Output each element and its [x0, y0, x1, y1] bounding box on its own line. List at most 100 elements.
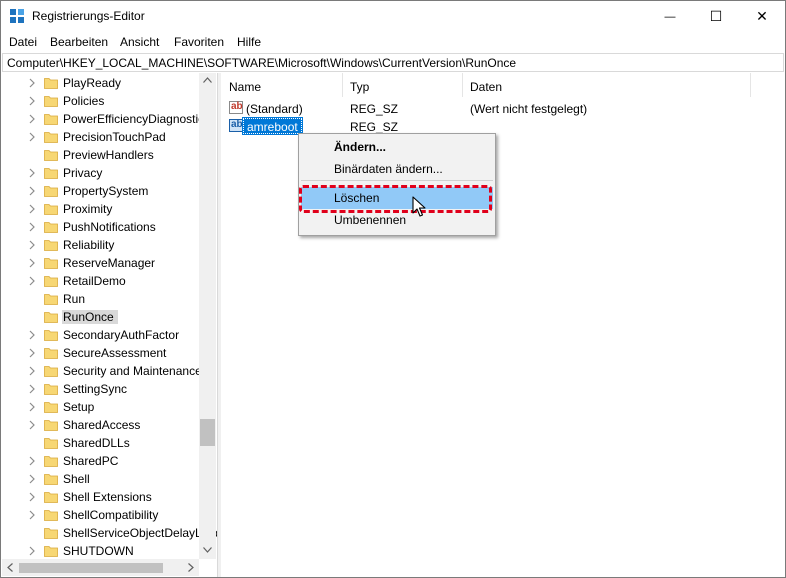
- tree-item[interactable]: SharedAccess: [2, 416, 200, 434]
- folder-icon: [44, 330, 58, 341]
- close-button[interactable]: ✕: [739, 1, 785, 32]
- chevron-right-icon[interactable]: [28, 420, 36, 430]
- tree-item[interactable]: SecondaryAuthFactor: [2, 326, 200, 344]
- tree-item[interactable]: Privacy: [2, 164, 200, 182]
- registry-editor-icon: [10, 9, 24, 23]
- folder-icon: [44, 150, 58, 161]
- tree-item[interactable]: SharedDLLs: [2, 434, 200, 452]
- menu-ansicht[interactable]: Ansicht: [120, 35, 159, 49]
- tree-item[interactable]: RunOnce: [2, 308, 200, 326]
- tree-item[interactable]: Reliability: [2, 236, 200, 254]
- menu-item-binaerdaten-aendern[interactable]: Binärdaten ändern...: [301, 158, 493, 180]
- menu-item-aendern[interactable]: Ändern...: [301, 136, 493, 158]
- address-bar[interactable]: Computer\HKEY_LOCAL_MACHINE\SOFTWARE\Mic…: [2, 53, 784, 72]
- menu-hilfe[interactable]: Hilfe: [237, 35, 261, 49]
- folder-icon: [44, 132, 58, 143]
- chevron-right-icon[interactable]: [28, 348, 36, 358]
- menu-item-binaerdaten-label: Binärdaten ändern...: [334, 162, 443, 176]
- folder-icon: [44, 186, 58, 197]
- tree-item[interactable]: PlayReady: [2, 74, 200, 92]
- tree-item[interactable]: ShellCompatibility: [2, 506, 200, 524]
- tree-item-label: PrecisionTouchPad: [63, 130, 166, 144]
- value-row[interactable]: ab (Standard) REG_SZ (Wert nicht festgel…: [222, 99, 762, 117]
- tree-item[interactable]: ReserveManager: [2, 254, 200, 272]
- tree-item-label: SecureAssessment: [63, 346, 167, 360]
- folder-icon: [44, 168, 58, 179]
- tree-item-label: SharedPC: [63, 454, 119, 468]
- tree-item[interactable]: Setup: [2, 398, 200, 416]
- column-type-label: Typ: [350, 80, 370, 94]
- tree-item[interactable]: Security and Maintenance: [2, 362, 202, 380]
- minimize-button[interactable]: —: [647, 1, 693, 32]
- scroll-left-icon[interactable]: [7, 563, 13, 572]
- tree-vertical-scrollbar[interactable]: [199, 73, 216, 559]
- column-type[interactable]: Typ: [343, 73, 463, 97]
- close-icon: ✕: [756, 8, 768, 24]
- maximize-button[interactable]: ☐: [693, 1, 739, 32]
- tree-item-label: Shell Extensions: [63, 490, 152, 504]
- pane-splitter[interactable]: [217, 73, 221, 577]
- menu-item-aendern-label: Ändern...: [334, 140, 387, 154]
- tree-item[interactable]: Proximity: [2, 200, 200, 218]
- tree-item[interactable]: SecureAssessment: [2, 344, 200, 362]
- chevron-right-icon[interactable]: [28, 276, 36, 286]
- tree-item[interactable]: Policies: [2, 92, 200, 110]
- scroll-right-icon[interactable]: [188, 563, 194, 572]
- mouse-cursor-icon: [412, 196, 426, 217]
- tree-item[interactable]: PropertySystem: [2, 182, 200, 200]
- tree-item[interactable]: PushNotifications: [2, 218, 200, 236]
- tree-hscroll-thumb[interactable]: [19, 563, 163, 573]
- tree-item[interactable]: Shell: [2, 470, 200, 488]
- tree-item[interactable]: ShellServiceObjectDelayLoad: [2, 524, 217, 542]
- tree-item[interactable]: SharedPC: [2, 452, 200, 470]
- tree-item[interactable]: SettingSync: [2, 380, 200, 398]
- column-name-label: Name: [229, 80, 262, 94]
- menu-datei[interactable]: Datei: [9, 35, 37, 49]
- value-name-selected[interactable]: amreboot: [242, 117, 303, 135]
- folder-icon: [44, 492, 58, 503]
- tree-item[interactable]: Shell Extensions: [2, 488, 200, 506]
- tree-item-label: Reliability: [63, 238, 115, 252]
- chevron-right-icon[interactable]: [28, 204, 36, 214]
- chevron-right-icon[interactable]: [28, 402, 36, 412]
- chevron-right-icon[interactable]: [28, 456, 36, 466]
- column-data[interactable]: Daten: [463, 73, 751, 97]
- string-value-glyph: ab: [231, 119, 243, 130]
- chevron-right-icon[interactable]: [28, 168, 36, 178]
- folder-icon: [44, 276, 58, 287]
- tree-item[interactable]: PrecisionTouchPad: [2, 128, 200, 146]
- key-tree[interactable]: PlayReady Policies PowerEfficiencyDiagnost…: [2, 73, 217, 577]
- tree-scroll-thumb[interactable]: [200, 419, 215, 446]
- folder-icon: [44, 240, 58, 251]
- chevron-right-icon[interactable]: [28, 384, 36, 394]
- chevron-right-icon[interactable]: [28, 96, 36, 106]
- value-type: REG_SZ: [350, 102, 399, 116]
- chevron-right-icon[interactable]: [28, 240, 36, 250]
- chevron-right-icon[interactable]: [28, 132, 36, 142]
- chevron-right-icon[interactable]: [28, 186, 36, 196]
- menu-bearbeiten[interactable]: Bearbeiten: [50, 35, 108, 49]
- chevron-right-icon[interactable]: [28, 546, 36, 556]
- tree-item[interactable]: SHUTDOWN: [2, 542, 200, 560]
- chevron-right-icon[interactable]: [28, 474, 36, 484]
- address-path: Computer\HKEY_LOCAL_MACHINE\SOFTWARE\Mic…: [7, 56, 517, 70]
- chevron-right-icon[interactable]: [28, 510, 36, 520]
- folder-icon: [44, 312, 58, 323]
- folder-icon: [44, 258, 58, 269]
- tree-item[interactable]: PreviewHandlers: [2, 146, 200, 164]
- menu-favoriten[interactable]: Favoriten: [174, 35, 224, 49]
- column-name[interactable]: Name: [222, 73, 343, 97]
- chevron-right-icon[interactable]: [28, 222, 36, 232]
- menu-separator: [301, 180, 493, 181]
- chevron-right-icon[interactable]: [28, 330, 36, 340]
- scroll-up-icon[interactable]: [203, 77, 212, 83]
- chevron-right-icon[interactable]: [28, 78, 36, 88]
- tree-item[interactable]: PowerEfficiencyDiagnostic: [2, 110, 204, 128]
- tree-item[interactable]: RetailDemo: [2, 272, 200, 290]
- chevron-right-icon[interactable]: [28, 492, 36, 502]
- chevron-right-icon[interactable]: [28, 366, 36, 376]
- tree-item[interactable]: Run: [2, 290, 200, 308]
- chevron-right-icon[interactable]: [28, 114, 36, 124]
- scroll-down-icon[interactable]: [203, 547, 212, 553]
- chevron-right-icon[interactable]: [28, 258, 36, 268]
